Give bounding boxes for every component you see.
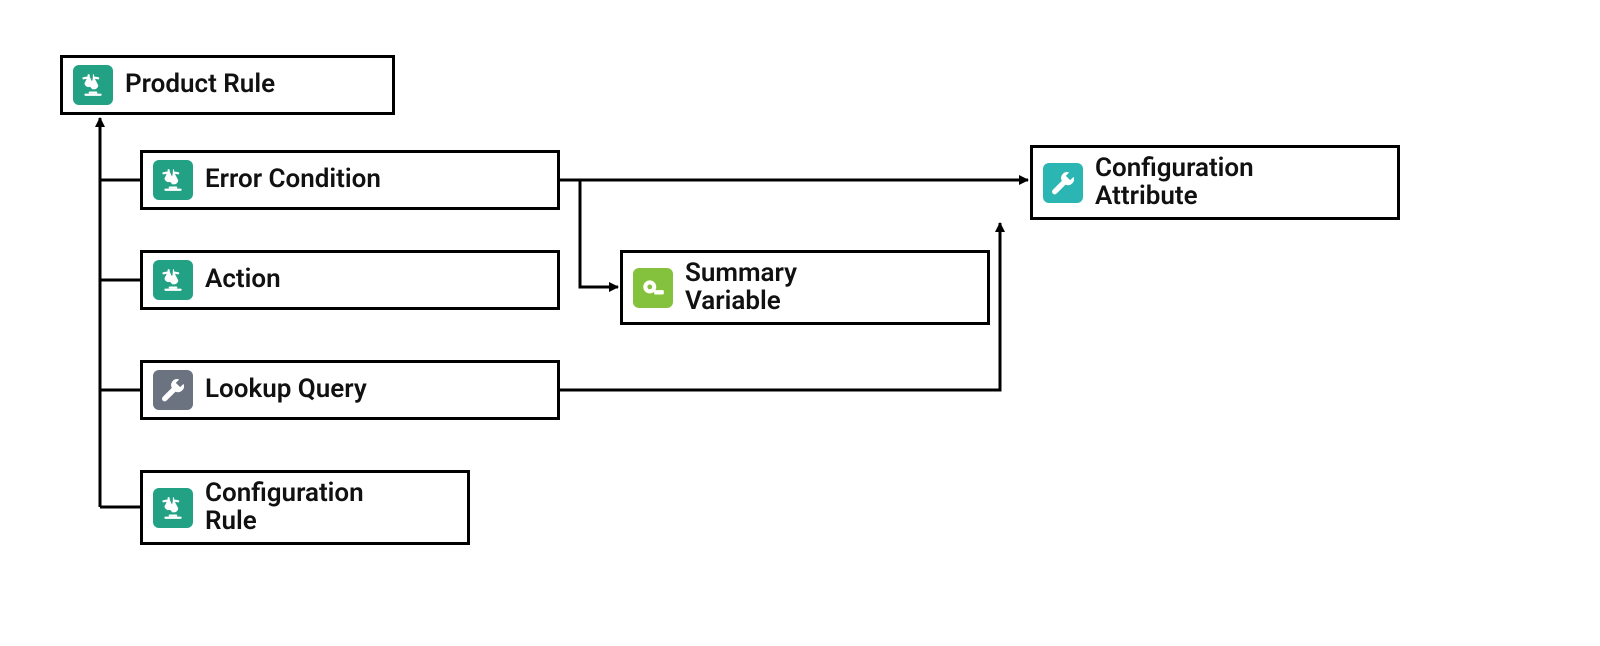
node-label: Product Rule (125, 71, 275, 98)
node-action: Action (140, 250, 560, 310)
node-error-condition: Error Condition (140, 150, 560, 210)
node-product-rule: Product Rule (60, 55, 395, 115)
scales-icon (153, 160, 193, 200)
node-configuration-attribute: ConfigurationAttribute (1030, 145, 1400, 220)
node-label: SummaryVariable (685, 260, 797, 315)
tape-measure-icon (633, 268, 673, 308)
node-label: Action (205, 266, 281, 293)
scales-icon (153, 488, 193, 528)
scales-icon (153, 260, 193, 300)
node-configuration-rule: ConfigurationRule (140, 470, 470, 545)
node-label: ConfigurationRule (205, 480, 364, 535)
wrench-icon (153, 370, 193, 410)
node-label: Error Condition (205, 166, 381, 193)
scales-icon (73, 65, 113, 105)
node-label: ConfigurationAttribute (1095, 155, 1254, 210)
wrench-icon (1043, 163, 1083, 203)
node-lookup-query: Lookup Query (140, 360, 560, 420)
node-label: Lookup Query (205, 376, 367, 403)
node-summary-variable: SummaryVariable (620, 250, 990, 325)
